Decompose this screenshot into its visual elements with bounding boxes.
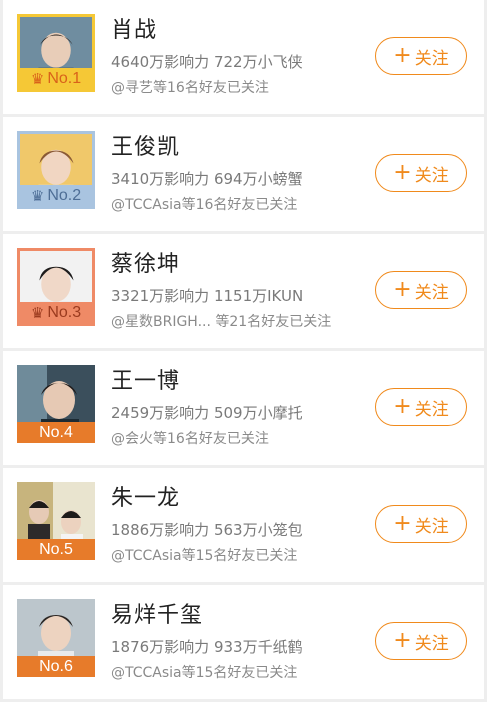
friends-followed[interactable]: @TCCAsia等15名好友已关注: [111, 662, 297, 682]
rank-label: No.2: [47, 186, 82, 204]
plus-icon: +: [393, 394, 412, 419]
plus-icon: +: [393, 628, 412, 653]
avatar[interactable]: ♛ No.2: [17, 131, 95, 209]
follow-label: 关注: [414, 633, 449, 654]
influence-stats: 1876万影响力 933万千纸鹤: [111, 638, 303, 656]
follow-button[interactable]: + 关注: [375, 505, 467, 543]
rank-label: No.6: [39, 657, 73, 675]
follow-button[interactable]: + 关注: [375, 37, 467, 75]
plus-icon: +: [393, 43, 412, 68]
star-name[interactable]: 蔡徐坤: [111, 246, 180, 278]
star-name[interactable]: 王一博: [111, 363, 180, 395]
rank-badge: No.4: [17, 422, 95, 443]
influence-stats: 2459万影响力 509万小摩托: [111, 404, 303, 422]
follow-label: 关注: [414, 48, 449, 69]
rank-badge: ♛ No.2: [20, 185, 92, 206]
rank-label: No.4: [39, 423, 73, 441]
influence-stats: 1886万影响力 563万小笼包: [111, 521, 303, 539]
avatar[interactable]: No.5: [17, 482, 95, 560]
influence-stats: 3321万影响力 1151万IKUN: [111, 287, 304, 305]
friends-followed[interactable]: @TCCAsia等16名好友已关注: [111, 194, 297, 214]
ranking-item[interactable]: No.5 朱一龙 1886万影响力 563万小笼包 @TCCAsia等15名好友…: [3, 468, 484, 582]
ranking-item[interactable]: ♛ No.2 王俊凯 3410万影响力 694万小螃蟹 @TCCAsia等16名…: [3, 117, 484, 231]
rank-badge: ♛ No.3: [20, 302, 92, 323]
avatar[interactable]: ♛ No.3: [17, 248, 95, 326]
ranking-item[interactable]: No.4 王一博 2459万影响力 509万小摩托 @会火等16名好友已关注 +…: [3, 351, 484, 465]
follow-button[interactable]: + 关注: [375, 622, 467, 660]
avatar[interactable]: ♛ No.1: [17, 14, 95, 92]
avatar[interactable]: No.6: [17, 599, 95, 677]
rank-badge: No.5: [17, 539, 95, 560]
friends-followed[interactable]: @TCCAsia等15名好友已关注: [111, 545, 297, 565]
crown-icon: ♛: [30, 187, 45, 205]
plus-icon: +: [393, 160, 412, 185]
follow-label: 关注: [414, 282, 449, 303]
avatar[interactable]: No.4: [17, 365, 95, 443]
follow-button[interactable]: + 关注: [375, 388, 467, 426]
friends-followed[interactable]: @寻艺等16名好友已关注: [111, 77, 269, 97]
rank-label: No.1: [47, 69, 82, 87]
star-name[interactable]: 王俊凯: [111, 129, 180, 161]
ranking-list: ♛ No.1 肖战 4640万影响力 722万小飞侠 @寻艺等16名好友已关注 …: [0, 0, 487, 702]
follow-button[interactable]: + 关注: [375, 271, 467, 309]
follow-button[interactable]: + 关注: [375, 154, 467, 192]
follow-label: 关注: [414, 516, 449, 537]
rank-badge: ♛ No.1: [20, 68, 92, 89]
ranking-item[interactable]: ♛ No.3 蔡徐坤 3321万影响力 1151万IKUN @星数BRIGH..…: [3, 234, 484, 348]
follow-label: 关注: [414, 399, 449, 420]
ranking-item[interactable]: No.6 易烊千玺 1876万影响力 933万千纸鹤 @TCCAsia等15名好…: [3, 585, 484, 699]
star-name[interactable]: 朱一龙: [111, 480, 180, 512]
star-name[interactable]: 肖战: [111, 12, 157, 44]
ranking-item[interactable]: ♛ No.1 肖战 4640万影响力 722万小飞侠 @寻艺等16名好友已关注 …: [3, 0, 484, 114]
follow-label: 关注: [414, 165, 449, 186]
crown-icon: ♛: [30, 304, 45, 322]
plus-icon: +: [393, 277, 412, 302]
star-name[interactable]: 易烊千玺: [111, 597, 203, 629]
rank-badge: No.6: [17, 656, 95, 677]
influence-stats: 3410万影响力 694万小螃蟹: [111, 170, 303, 188]
influence-stats: 4640万影响力 722万小飞侠: [111, 53, 303, 71]
friends-followed[interactable]: @星数BRIGH... 等21名好友已关注: [111, 311, 331, 331]
plus-icon: +: [393, 511, 412, 536]
friends-followed[interactable]: @会火等16名好友已关注: [111, 428, 269, 448]
rank-label: No.3: [47, 303, 82, 321]
crown-icon: ♛: [30, 70, 45, 88]
rank-label: No.5: [39, 540, 73, 558]
